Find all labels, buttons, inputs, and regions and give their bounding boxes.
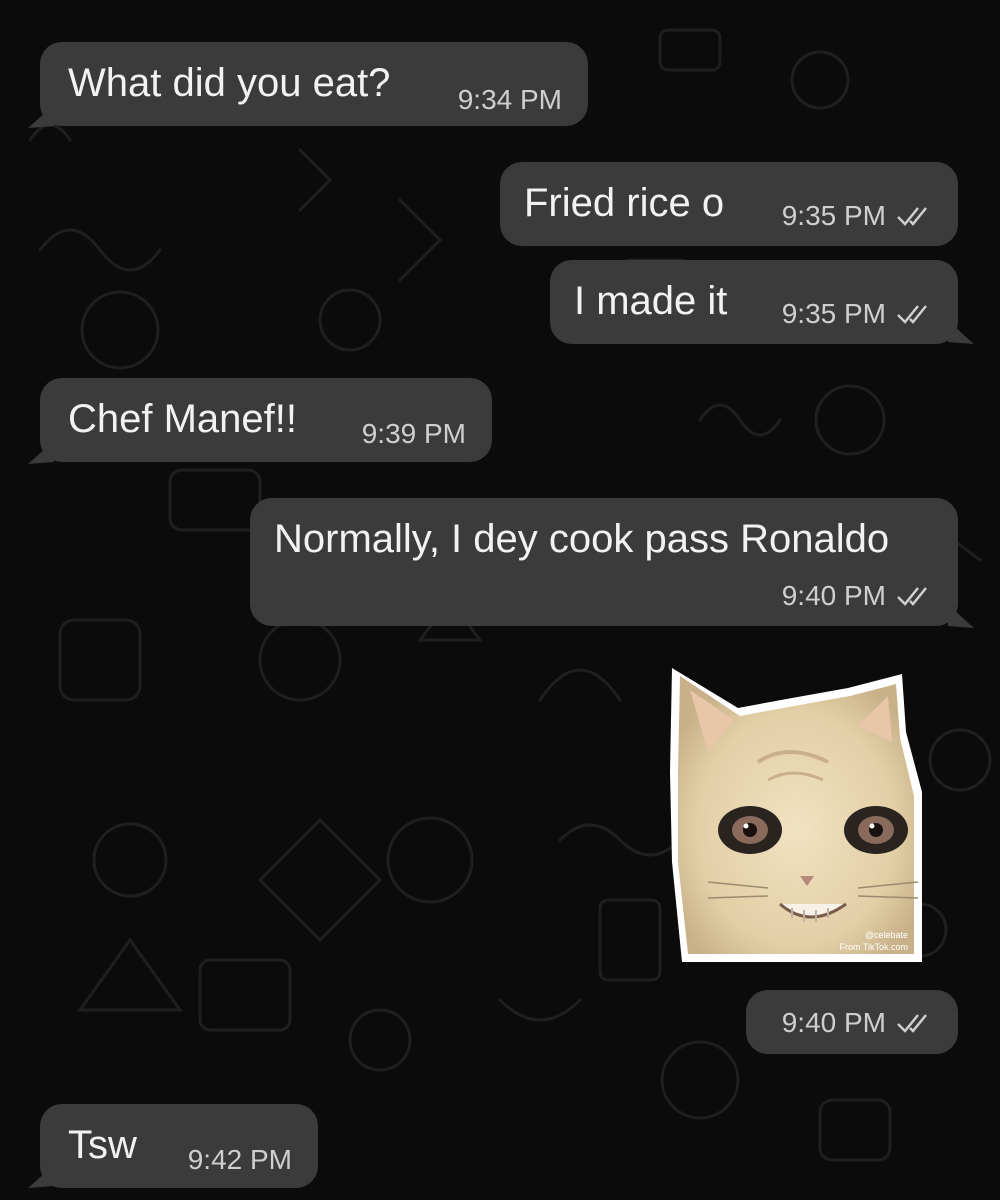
message-time: 9:39 PM <box>361 418 466 449</box>
message-outgoing[interactable]: Fried rice o 9:35 PM <box>500 162 958 246</box>
message-time: 9:34 PM <box>457 84 562 115</box>
sticker-watermark-label: @celebate <box>865 930 908 940</box>
double-check-icon <box>897 1014 927 1033</box>
message-meta: 9:40 PM <box>782 1007 936 1039</box>
message-meta: 9:35 PM <box>782 200 936 232</box>
bubble-tail <box>28 440 54 464</box>
message-text: Chef Manef!! <box>68 397 298 441</box>
double-check-icon <box>897 587 927 606</box>
bubble-tail <box>948 320 974 344</box>
message-text: I made it <box>574 279 728 323</box>
message-time: 9:35 PM <box>781 298 886 329</box>
message-text: Tsw <box>68 1123 137 1167</box>
message-incoming[interactable]: What did you eat? 9:34 PM <box>40 42 588 126</box>
bubble-tail <box>948 604 974 628</box>
bubble-tail <box>28 104 54 128</box>
double-check-icon <box>897 305 927 324</box>
message-outgoing[interactable]: Normally, I dey cook pass Ronaldo 9:40 P… <box>250 498 958 626</box>
message-text: Normally, I dey cook pass Ronaldo <box>274 517 890 561</box>
message-time: 9:40 PM <box>781 580 886 611</box>
sticker-watermark-source: From TikTok.com <box>839 942 908 952</box>
message-time: 9:40 PM <box>781 1007 886 1038</box>
double-check-icon <box>897 207 927 226</box>
message-text: What did you eat? <box>68 61 391 105</box>
message-meta: 9:40 PM <box>782 580 936 612</box>
message-text: Fried rice o <box>524 181 725 225</box>
cat-sticker-icon[interactable]: @celebate From TikTok.com <box>668 662 926 970</box>
bubble-tail <box>28 1164 54 1188</box>
message-time: 9:42 PM <box>187 1144 292 1175</box>
message-outgoing[interactable]: I made it 9:35 PM <box>550 260 958 344</box>
message-time: 9:35 PM <box>781 200 886 231</box>
sticker-meta-bubble[interactable]: 9:40 PM <box>746 990 958 1054</box>
message-meta: 9:35 PM <box>782 298 936 330</box>
message-incoming[interactable]: Chef Manef!! 9:39 PM <box>40 378 492 462</box>
message-incoming[interactable]: Tsw 9:42 PM <box>40 1104 318 1188</box>
